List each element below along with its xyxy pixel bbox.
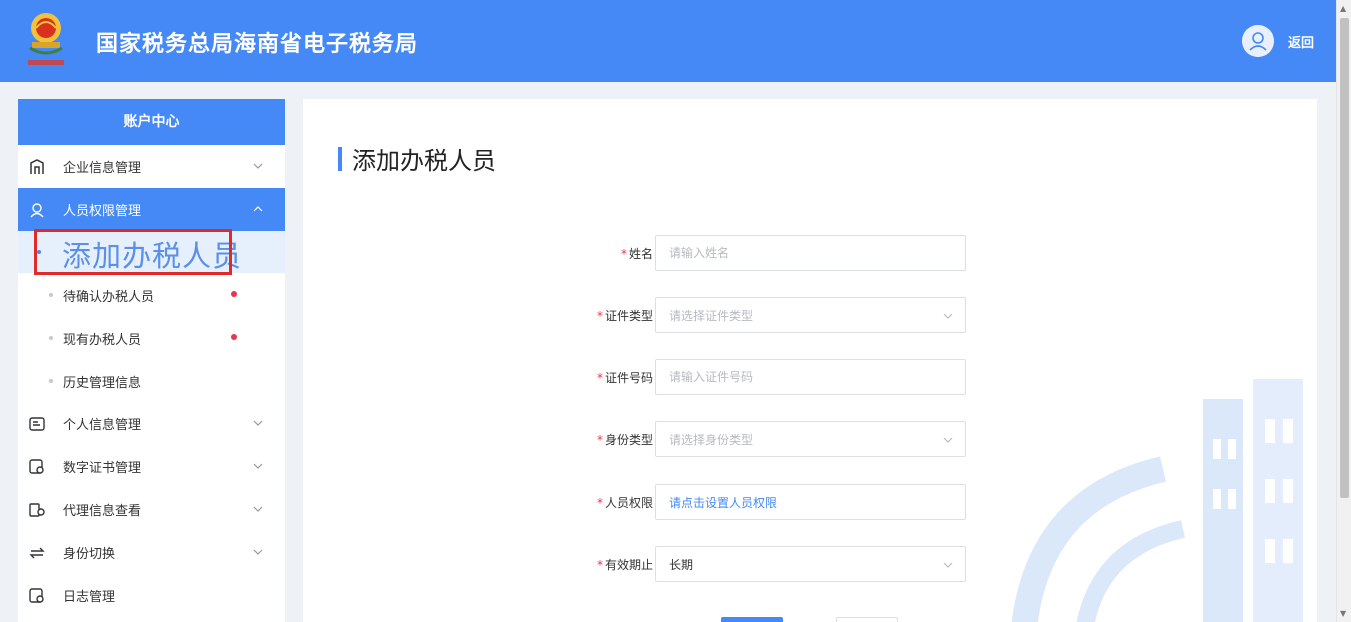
sidebar-item-label: 数字证书管理 — [63, 461, 142, 476]
field-label: * 身份类型 — [596, 433, 653, 447]
sidebar-heading: 账户中心 — [18, 99, 285, 145]
set-permission-field[interactable]: 请点击设置人员权限 — [655, 484, 966, 520]
sidebar-subitem-label: 添加办税人员 — [62, 239, 243, 273]
sidebar-item-log[interactable]: 日志管理 — [18, 574, 285, 617]
title-accent-bar — [338, 146, 342, 171]
select-placeholder: 请选择证件类型 — [669, 308, 754, 323]
form-row-id-number: * 证件号码 — [553, 359, 973, 395]
chevron-down-icon — [253, 506, 263, 512]
sidebar-subitem-pending-staff[interactable]: 待确认办税人员 — [18, 273, 285, 316]
notification-dot — [231, 291, 237, 297]
form-row-name: * 姓名 — [553, 235, 973, 271]
sidebar-item-agent-info[interactable]: 代理信息查看 — [18, 488, 285, 531]
sidebar-subitem-label: 现有办税人员 — [63, 333, 142, 348]
scrollbar-thumb[interactable] — [1340, 18, 1349, 498]
chevron-down-icon — [253, 163, 263, 169]
page-scrollbar[interactable]: ▲ ▼ — [1336, 0, 1351, 622]
sidebar-item-label: 日志管理 — [63, 590, 116, 605]
building-icon — [30, 159, 44, 174]
scroll-up-icon[interactable]: ▲ — [1340, 4, 1346, 13]
chevron-down-icon — [943, 437, 953, 443]
sidebar: 账户中心 企业信息管理 人员权限管理 添加办税人员 待确认办税人员 现有办税人员… — [18, 99, 285, 622]
site-title: 国家税务总局海南省电子税务局 — [96, 32, 419, 57]
switch-identity-icon — [29, 547, 45, 559]
sidebar-subitem-current-staff[interactable]: 现有办税人员 — [18, 316, 285, 359]
bullet-dot — [49, 293, 53, 297]
sidebar-item-staff-permission[interactable]: 人员权限管理 — [18, 188, 285, 231]
user-avatar-icon[interactable] — [1242, 25, 1274, 57]
form-row-valid-until: * 有效期止 长期 — [553, 546, 973, 582]
chevron-down-icon — [943, 313, 953, 319]
sidebar-item-digital-cert[interactable]: 数字证书管理 — [18, 445, 285, 488]
id-type-select[interactable]: 请选择证件类型 — [655, 297, 966, 333]
submit-button[interactable] — [721, 617, 783, 622]
main-panel: 添加办税人员 *姓名 *证件类型 请选择证件类型 *证件号码 *身份 — [303, 99, 1317, 622]
bullet-dot — [37, 250, 41, 254]
back-link[interactable]: 返回 — [1288, 32, 1314, 51]
bullet-dot — [49, 336, 53, 340]
page-title: 添加办税人员 — [338, 141, 496, 176]
sidebar-subitem-add-staff[interactable]: 添加办税人员 — [18, 229, 285, 275]
id-card-icon — [29, 417, 45, 431]
scroll-down-icon[interactable]: ▼ — [1340, 609, 1346, 618]
sidebar-subitem-history[interactable]: 历史管理信息 — [18, 359, 285, 402]
field-label: * 姓名 — [620, 247, 653, 261]
sidebar-item-switch-identity[interactable]: 身份切换 — [18, 531, 285, 574]
agent-icon — [29, 503, 45, 517]
notification-dot — [231, 334, 237, 340]
sidebar-item-label: 人员权限管理 — [63, 204, 142, 219]
cancel-button[interactable] — [836, 617, 898, 622]
field-label: * 人员权限 — [596, 496, 653, 510]
top-header: 国家税务总局海南省电子税务局 返回 — [0, 0, 1336, 82]
sidebar-item-company-info[interactable]: 企业信息管理 — [18, 145, 285, 188]
field-label: * 证件类型 — [596, 309, 653, 323]
chevron-down-icon — [943, 562, 953, 568]
log-icon — [29, 588, 44, 603]
id-number-input[interactable] — [655, 359, 966, 395]
sidebar-item-label: 代理信息查看 — [63, 504, 142, 519]
sidebar-subitem-label: 待确认办税人员 — [63, 290, 155, 305]
page-title-text: 添加办税人员 — [352, 147, 496, 175]
chevron-up-icon — [253, 206, 263, 212]
chevron-down-icon — [253, 549, 263, 555]
chevron-down-icon — [253, 463, 263, 469]
tax-emblem-icon — [28, 13, 64, 65]
field-label: * 证件号码 — [596, 371, 653, 385]
bullet-dot — [49, 379, 53, 383]
building-watermark-icon — [1011, 379, 1303, 622]
name-input[interactable] — [655, 235, 966, 271]
sidebar-item-personal-info[interactable]: 个人信息管理 — [18, 402, 285, 445]
set-permission-link[interactable]: 请点击设置人员权限 — [669, 494, 777, 511]
form-row-identity-type: * 身份类型 请选择身份类型 — [553, 421, 973, 457]
user-permission-icon — [30, 203, 44, 218]
valid-until-select[interactable]: 长期 — [655, 546, 966, 582]
sidebar-item-label: 身份切换 — [63, 547, 116, 562]
select-placeholder: 请选择身份类型 — [669, 432, 754, 447]
form-row-id-type: * 证件类型 请选择证件类型 — [553, 297, 973, 333]
certificate-icon — [29, 459, 44, 474]
sidebar-item-label: 企业信息管理 — [63, 161, 142, 176]
form-row-permission: * 人员权限 请点击设置人员权限 — [553, 484, 973, 520]
field-label: * 有效期止 — [596, 558, 653, 572]
sidebar-subitem-label: 历史管理信息 — [63, 376, 142, 391]
identity-type-select[interactable]: 请选择身份类型 — [655, 421, 966, 457]
select-value: 长期 — [669, 557, 694, 572]
chevron-down-icon — [253, 420, 263, 426]
sidebar-item-label: 个人信息管理 — [63, 418, 142, 433]
